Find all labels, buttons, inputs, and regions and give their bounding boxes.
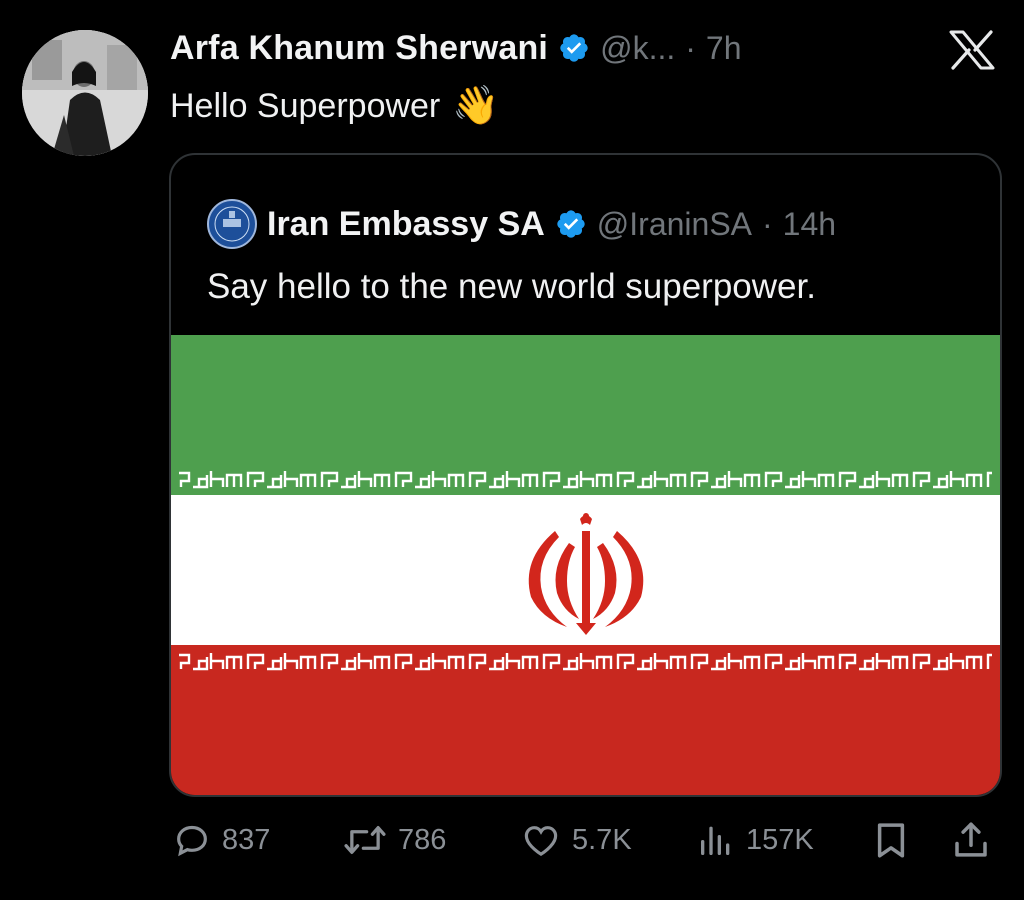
views-button[interactable]: 157K	[696, 815, 814, 865]
quoted-author-avatar[interactable]	[207, 199, 257, 249]
quoted-verified-badge-icon	[557, 210, 585, 238]
author-handle[interactable]: @k...	[600, 30, 675, 67]
verified-badge-icon	[560, 34, 588, 62]
views-count: 157K	[746, 823, 814, 856]
waving-hand-emoji: 👋	[452, 85, 500, 127]
bookmark-button[interactable]	[870, 815, 912, 865]
flag-image[interactable]	[171, 335, 1000, 795]
quoted-tweet-header: Iran Embassy SA @IraninSA · 14h	[207, 199, 836, 249]
views-icon	[701, 826, 730, 855]
reply-icon	[177, 825, 207, 857]
reply-button[interactable]: 837	[172, 815, 270, 865]
quoted-tweet-time[interactable]: 14h	[783, 206, 836, 243]
author-avatar[interactable]	[22, 30, 148, 156]
like-count: 5.7K	[572, 823, 632, 856]
tweet-time[interactable]: 7h	[706, 30, 742, 67]
quoted-tweet-text: Say hello to the new world superpower.	[207, 267, 816, 306]
share-button[interactable]	[950, 815, 992, 865]
author-name[interactable]: Arfa Khanum Sherwani	[170, 29, 548, 68]
tweet-action-bar: 837 786 5.7K 157K	[170, 815, 1000, 865]
quoted-author-handle[interactable]: @IraninSA	[597, 206, 752, 243]
repost-icon	[344, 826, 386, 854]
heart-icon	[524, 826, 558, 857]
tweet-text: Hello Superpower 👋	[170, 84, 500, 128]
tweet-view: Arfa Khanum Sherwani @k... · 7h Hello Su…	[0, 0, 1024, 900]
repost-button[interactable]: 786	[342, 815, 446, 865]
x-logo-icon[interactable]	[948, 30, 996, 70]
tweet-text-content: Hello Superpower	[170, 86, 441, 125]
share-icon	[955, 822, 987, 857]
quoted-author-name[interactable]: Iran Embassy SA	[267, 205, 545, 244]
repost-count: 786	[398, 823, 447, 856]
separator-dot: ·	[685, 29, 696, 66]
bookmark-icon	[877, 823, 905, 858]
tweet-header: Arfa Khanum Sherwani @k... · 7h	[170, 28, 741, 68]
quoted-separator-dot: ·	[762, 205, 773, 242]
quoted-tweet-card[interactable]: Iran Embassy SA @IraninSA · 14h Say hell…	[169, 153, 1002, 797]
like-button[interactable]: 5.7K	[520, 815, 632, 865]
reply-count: 837	[222, 823, 271, 856]
